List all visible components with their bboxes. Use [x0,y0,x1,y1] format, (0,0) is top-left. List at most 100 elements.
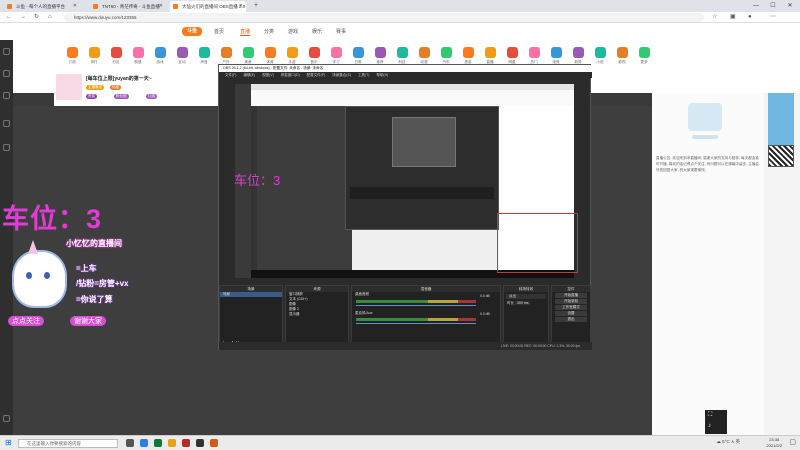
nav-games[interactable]: 游戏 [288,28,298,35]
start-recording-button[interactable]: 开始录制 [555,299,587,304]
player-mini-controls[interactable]: ⛶ ♪ [705,410,727,434]
app-icon[interactable] [182,439,190,447]
desktop-volume-slider[interactable] [356,305,476,306]
more-menu-icon[interactable]: ⋯ [770,12,776,23]
sidebar-category-icon[interactable] [3,92,10,99]
sidebar-home-icon[interactable] [3,48,10,55]
car-position-text: 车位：3 [2,204,103,234]
transitions-dock: 转场特效 淡出 时长 300 ms [503,285,549,349]
overlay-line-3: =你说了算 [76,295,113,304]
store-icon[interactable] [154,439,162,447]
category-2[interactable]: 分区 [104,47,128,71]
forward-icon[interactable]: → [20,12,26,23]
obs-menu-bar: 文件(F) 编辑(E) 视图(V) 停靠窗口(D) 配置文件(P) 场景集合(S… [219,72,592,78]
nav-live[interactable]: 直播 [240,28,251,36]
overlay-line-1: =上车 [76,264,97,273]
url-input[interactable]: https://www.douyu.com/123355 [64,13,704,22]
system-tray[interactable]: ☁ 5°C ∧ 英 [716,439,740,445]
transition-select[interactable]: 淡出 [506,294,546,299]
fullscreen-icon[interactable]: ⛶ [708,412,712,419]
notification-icon[interactable]: ▢ [789,438,796,446]
category-0[interactable]: 订阅 [60,47,84,71]
nav-category[interactable]: 分类 [264,28,274,35]
taskbar-search-input[interactable]: 在这里输入你要搜索的内容 [18,439,118,448]
transition-duration-row: 时长 300 ms [504,301,548,306]
room-tag-subscribe[interactable]: 订阅 [146,94,157,99]
overlay-tag-follow: 点点关注 [8,316,44,326]
sidebar-more-icon[interactable] [3,144,10,151]
desktop-audio-meter [356,300,476,303]
studio-mode-button[interactable]: 工作室模式 [555,305,587,310]
favorites-icon[interactable]: ☆ [712,12,717,23]
room-tag-fans: 粉丝团 [114,94,129,99]
duration-input[interactable]: 300 ms [514,301,531,305]
category-4[interactable]: 游戏 [148,47,172,71]
back-icon[interactable]: ← [6,12,12,23]
volume-icon[interactable]: ♪ [708,423,711,429]
room-tag-hot: 热度 [110,85,121,90]
room-title: [每车位上限]yuyan的第一天~ [86,76,152,82]
streamer-avatar[interactable] [56,74,82,100]
maximize-button[interactable]: ☐ [765,0,781,12]
profile-icon[interactable]: ● [748,12,752,23]
obs-menu-scene-collection[interactable]: 场景集合(S) [332,73,351,77]
obs-menu-docks[interactable]: 停靠窗口(D) [281,73,300,77]
category-5[interactable]: 互动 [170,47,194,71]
close-tab-icon[interactable]: ✕ [159,1,163,12]
scenes-dock: 场景 场景 + − ∧ ∨ [219,285,283,349]
taskbar-clock[interactable]: 23:38 2021/2/2 [766,437,782,449]
category-icon [308,47,320,58]
side-ad-banner[interactable] [768,93,794,153]
task-view-icon[interactable] [126,439,134,447]
reload-icon[interactable]: ↻ [34,12,39,23]
app2-icon[interactable] [210,439,218,447]
source-item[interactable]: 显示器 [286,312,348,317]
edge-icon[interactable] [140,439,148,447]
address-bar: ← → ↻ ⌂ https://www.douyu.com/123355 ☆ ▣… [0,12,800,23]
collections-icon[interactable]: ▣ [730,12,736,23]
category-icon [286,47,298,58]
exit-button[interactable]: 退出 [555,317,587,322]
category-icon [110,47,122,58]
obs-menu-help[interactable]: 帮助(H) [376,73,388,77]
obs-taskbar-icon[interactable] [196,439,204,447]
close-tab-icon[interactable]: ✕ [239,1,243,12]
mixer-dock: 混音器 桌面音频 0.0 dB 麦克风/Aux 0.0 dB [351,285,501,349]
browser-tab-2[interactable]: TNT60 - 青茫传奇 - 斗鱼直播 ✕ [90,1,166,12]
windows-start-icon[interactable]: ⊞ [5,438,12,447]
nav-home[interactable]: 首页 [214,28,224,35]
browser-tab-3[interactable]: 大仙火们的直播间 OBS直播 2.0 ✕ [170,1,246,12]
scene-item[interactable]: 场景 [220,292,282,297]
clock-date: 2021/2/2 [766,443,782,448]
transitions-dock-title: 转场特效 [504,286,548,292]
category-3[interactable]: 颜值 [126,47,150,71]
start-streaming-button[interactable]: 开始直播 [555,293,587,298]
captured-header [251,90,574,106]
obs-menu-edit[interactable]: 编辑(E) [243,73,255,77]
obs-menu-file[interactable]: 文件(F) [225,73,236,77]
explorer-icon[interactable] [168,439,176,447]
category-icon [484,47,496,58]
mic-volume-slider[interactable] [356,323,476,324]
sidebar-settings-icon[interactable] [3,415,10,422]
browser-tab-1[interactable]: 斗鱼 - 每个人的直播平台 ✕ [4,1,80,12]
obs-menu-profile[interactable]: 配置文件(P) [307,73,326,77]
sidebar-history-icon[interactable] [3,120,10,127]
category-25[interactable]: 影视 [610,47,634,71]
minimize-button[interactable]: — [748,0,764,12]
obs-menu-view[interactable]: 视图(V) [262,73,274,77]
new-tab-button[interactable]: + [248,0,264,12]
close-tab-icon[interactable]: ✕ [73,1,77,12]
douyu-logo[interactable]: 斗鱼 [182,27,202,36]
nav-entertainment[interactable]: 娱乐 [312,28,322,35]
mascot-caption-bar [692,135,718,139]
home-icon[interactable]: ⌂ [48,12,52,23]
category-26[interactable]: 更多 [632,47,656,71]
settings-button[interactable]: 设置 [555,311,587,316]
close-window-button[interactable]: ✕ [782,0,798,12]
category-6[interactable]: 声音 [192,47,216,71]
nav-events[interactable]: 赛事 [336,28,346,35]
category-1[interactable]: 排行 [82,47,106,71]
sidebar-follow-icon[interactable] [3,70,10,77]
obs-menu-tools[interactable]: 工具(T) [358,73,369,77]
